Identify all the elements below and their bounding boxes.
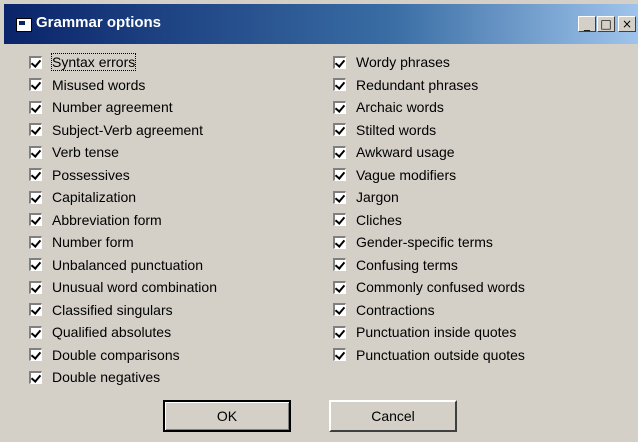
- option-row[interactable]: Misused words: [29, 75, 145, 95]
- option-row[interactable]: Unusual word combination: [29, 277, 217, 297]
- checkbox-checked[interactable]: [333, 348, 346, 361]
- checkbox-checked[interactable]: [333, 190, 346, 204]
- option-row[interactable]: Commonly confused words: [333, 277, 525, 297]
- option-label: Classified singulars: [52, 301, 173, 318]
- option-label: Number form: [52, 234, 134, 250]
- option-label: Subject-Verb agreement: [52, 121, 203, 138]
- option-row[interactable]: Punctuation inside quotes: [333, 322, 516, 342]
- option-label: Verb tense: [52, 144, 119, 160]
- checkbox-checked[interactable]: [333, 168, 346, 181]
- option-label: Jargon: [356, 189, 399, 205]
- option-label: Punctuation outside quotes: [356, 346, 525, 363]
- option-label: Awkward usage: [356, 144, 455, 160]
- minimize-button[interactable]: _: [578, 16, 596, 32]
- checkbox-checked[interactable]: [333, 258, 346, 271]
- window-title: Grammar options: [36, 14, 162, 31]
- checkbox-checked[interactable]: [29, 235, 42, 249]
- checkbox-checked[interactable]: [333, 145, 346, 159]
- checkbox-checked[interactable]: [333, 325, 346, 339]
- grammar-options-window: Grammar options _ □ × Syntax errors Misus…: [0, 0, 638, 442]
- option-row[interactable]: Qualified absolutes: [29, 322, 171, 342]
- maximize-button[interactable]: □: [597, 16, 615, 32]
- option-row[interactable]: Capitalization: [29, 187, 136, 207]
- option-label: Double comparisons: [52, 346, 180, 363]
- checkbox-checked[interactable]: [29, 303, 42, 316]
- option-row[interactable]: Confusing terms: [333, 255, 458, 275]
- title-bar[interactable]: Grammar options _ □ ×: [4, 4, 638, 44]
- checkbox-checked[interactable]: [29, 258, 42, 271]
- option-row[interactable]: Archaic words: [333, 97, 444, 117]
- option-row[interactable]: Redundant phrases: [333, 75, 478, 95]
- option-row[interactable]: Unbalanced punctuation: [29, 255, 203, 275]
- option-label: Punctuation inside quotes: [356, 324, 517, 340]
- option-label: Capitalization: [52, 189, 137, 205]
- option-label: Misused words: [52, 76, 146, 93]
- option-label: Unbalanced punctuation: [52, 256, 204, 273]
- option-row[interactable]: Subject-Verb agreement: [29, 120, 203, 140]
- ok-button[interactable]: OK: [163, 400, 291, 432]
- option-label: Abbreviation form: [52, 211, 162, 228]
- option-label: Unusual word combination: [52, 279, 217, 295]
- checkbox-checked[interactable]: [333, 78, 346, 91]
- option-row[interactable]: Double negatives: [29, 367, 160, 387]
- option-row[interactable]: Classified singulars: [29, 300, 173, 320]
- option-label: Number agreement: [52, 99, 173, 115]
- option-row[interactable]: Possessives: [29, 165, 130, 185]
- option-row[interactable]: Awkward usage: [333, 142, 455, 162]
- close-button[interactable]: ×: [618, 16, 636, 32]
- option-label: Double negatives: [52, 369, 161, 385]
- cancel-button[interactable]: Cancel: [329, 400, 457, 432]
- option-label: Redundant phrases: [356, 76, 479, 93]
- option-row[interactable]: Double comparisons: [29, 345, 180, 365]
- checkbox-checked[interactable]: [333, 213, 346, 226]
- checkbox-checked[interactable]: [29, 190, 42, 204]
- checkbox-checked[interactable]: [29, 168, 42, 181]
- checkbox-checked[interactable]: [333, 235, 346, 249]
- option-row[interactable]: Punctuation outside quotes: [333, 345, 525, 365]
- option-row[interactable]: Wordy phrases: [333, 52, 450, 72]
- option-label: Qualified absolutes: [52, 324, 172, 340]
- checkbox-checked[interactable]: [29, 280, 42, 294]
- option-label: Vague modifiers: [356, 166, 457, 183]
- option-label: Confusing terms: [356, 256, 458, 273]
- checkbox-checked[interactable]: [29, 370, 42, 384]
- checkbox-checked[interactable]: [29, 78, 42, 91]
- option-row[interactable]: Vague modifiers: [333, 165, 456, 185]
- app-icon: [16, 18, 32, 32]
- checkbox-checked[interactable]: [333, 100, 346, 114]
- option-row[interactable]: Stilted words: [333, 120, 436, 140]
- checkbox-checked[interactable]: [29, 55, 42, 69]
- option-label: Cliches: [356, 211, 402, 228]
- option-row[interactable]: Number form: [29, 232, 134, 252]
- option-row[interactable]: Contractions: [333, 300, 435, 320]
- option-label: Archaic words: [356, 99, 444, 115]
- checkbox-checked[interactable]: [29, 348, 42, 361]
- option-label: Syntax errors: [50, 53, 137, 71]
- checkbox-checked[interactable]: [29, 100, 42, 114]
- option-label: Gender-specific terms: [356, 234, 493, 250]
- option-label: Possessives: [52, 166, 130, 183]
- option-row[interactable]: Number agreement: [29, 97, 173, 117]
- checkbox-checked[interactable]: [29, 325, 42, 339]
- option-row[interactable]: Syntax errors: [29, 52, 137, 72]
- checkbox-checked[interactable]: [333, 280, 346, 294]
- option-label: Stilted words: [356, 121, 437, 138]
- option-label: Wordy phrases: [356, 54, 450, 70]
- option-row[interactable]: Cliches: [333, 210, 402, 230]
- checkbox-checked[interactable]: [333, 123, 346, 136]
- checkbox-checked[interactable]: [29, 213, 42, 226]
- checkbox-checked[interactable]: [333, 303, 346, 316]
- option-label: Commonly confused words: [356, 279, 525, 295]
- option-row[interactable]: Verb tense: [29, 142, 119, 162]
- checkbox-checked[interactable]: [29, 123, 42, 136]
- checkbox-checked[interactable]: [333, 55, 346, 69]
- checkbox-checked[interactable]: [29, 145, 42, 159]
- option-row[interactable]: Jargon: [333, 187, 399, 207]
- option-row[interactable]: Gender-specific terms: [333, 232, 493, 252]
- option-label: Contractions: [356, 301, 435, 318]
- option-row[interactable]: Abbreviation form: [29, 210, 162, 230]
